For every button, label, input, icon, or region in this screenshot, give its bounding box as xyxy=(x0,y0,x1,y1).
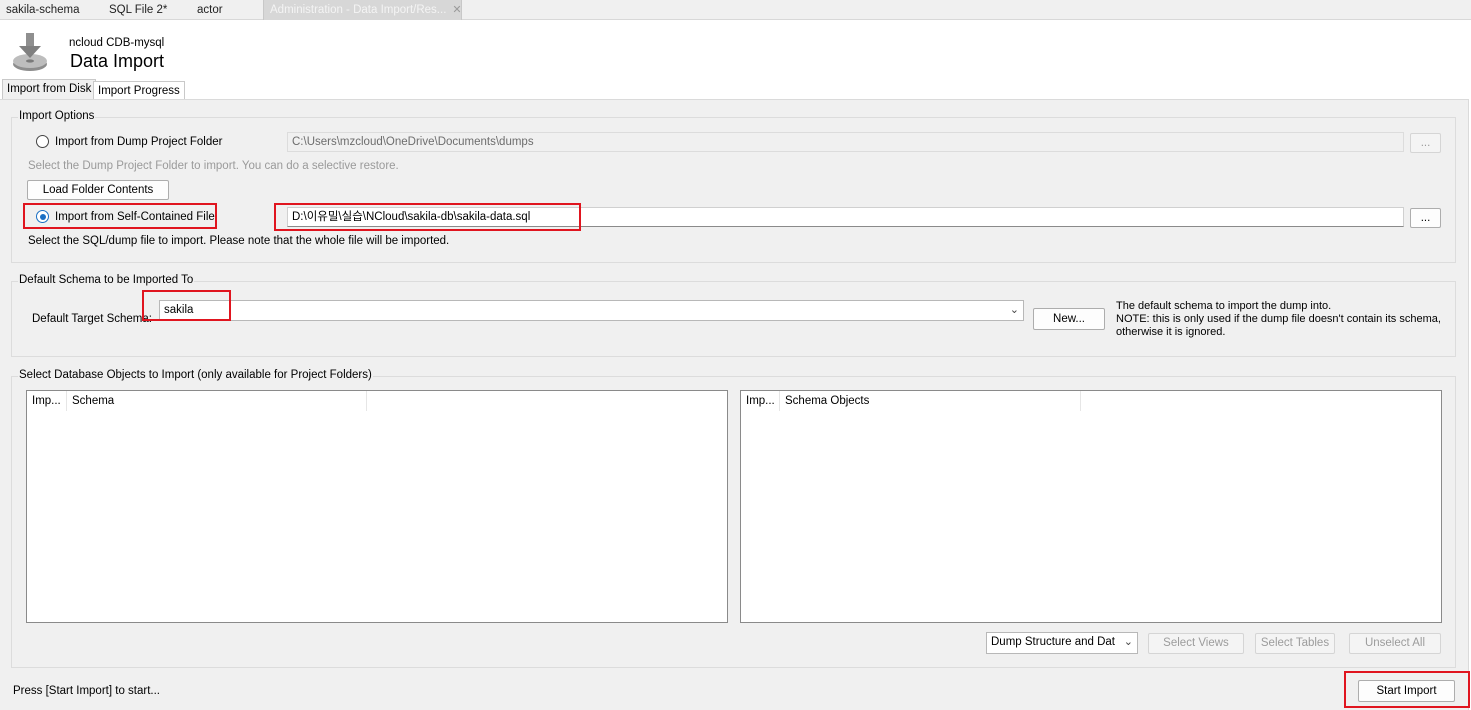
default-schema-label: Default Schema to be Imported To xyxy=(18,274,195,286)
unselect-all-button[interactable]: Unselect All xyxy=(1349,633,1441,654)
dump-type-value: Dump Structure and Dat xyxy=(991,636,1116,648)
tab-label: Administration - Data Import/Res... xyxy=(270,4,447,16)
dump-folder-radio[interactable] xyxy=(36,135,49,148)
note-line-2: NOTE: this is only used if the dump file… xyxy=(1116,313,1441,325)
self-contained-path-field[interactable]: D:\이유밀\실습\NCloud\sakila-db\sakila-data.s… xyxy=(287,207,1404,227)
dump-type-select[interactable]: Dump Structure and Dat ⌄ xyxy=(986,632,1138,654)
status-text: Press [Start Import] to start... xyxy=(13,685,160,697)
tab-sql-file-2[interactable]: SQL File 2* xyxy=(109,0,167,20)
load-folder-contents-button[interactable]: Load Folder Contents xyxy=(27,180,169,200)
default-schema-note: The default schema to import the dump in… xyxy=(1116,300,1441,339)
objects-group-label: Select Database Objects to Import (only … xyxy=(18,369,373,381)
self-contained-browse-button[interactable]: ... xyxy=(1410,208,1441,228)
connection-name: ncloud CDB-mysql xyxy=(69,37,165,49)
close-icon[interactable]: ✕ xyxy=(452,4,461,16)
tab-actor[interactable]: actor xyxy=(197,0,223,20)
chevron-down-icon: ⌄ xyxy=(1123,636,1133,648)
self-contained-hint: Select the SQL/dump file to import. Plea… xyxy=(28,235,450,247)
tab-import-from-disk[interactable]: Import from Disk xyxy=(2,79,97,100)
dump-folder-browse-button[interactable]: ... xyxy=(1410,133,1441,153)
import-panel: Import Options Import from Dump Project … xyxy=(0,99,1469,710)
select-tables-button[interactable]: Select Tables xyxy=(1255,633,1335,654)
note-line-1: The default schema to import the dump in… xyxy=(1116,300,1332,312)
import-dump-folder-option[interactable]: Import from Dump Project Folder xyxy=(36,135,222,148)
schema-list[interactable]: Imp... Schema xyxy=(26,390,728,623)
column-header-schema[interactable]: Schema xyxy=(67,391,367,411)
chevron-down-icon: ⌄ xyxy=(1009,304,1019,316)
target-schema-select[interactable]: sakila ⌄ xyxy=(159,300,1024,321)
tab-sakila-schema[interactable]: sakila-schema xyxy=(6,0,80,20)
column-header-import-objects[interactable]: Imp... xyxy=(741,391,780,411)
editor-tab-bar: sakila-schema SQL File 2* actor Administ… xyxy=(0,0,1471,20)
schema-objects-list[interactable]: Imp... Schema Objects xyxy=(740,390,1442,623)
import-self-contained-option[interactable]: Import from Self-Contained File xyxy=(36,210,215,223)
column-header-import[interactable]: Imp... xyxy=(27,391,67,411)
note-line-3: otherwise it is ignored. xyxy=(1116,326,1226,338)
column-header-schema-objects[interactable]: Schema Objects xyxy=(780,391,1081,411)
page-title: Data Import xyxy=(70,51,165,71)
data-import-icon xyxy=(13,33,47,71)
dump-folder-path-field[interactable]: C:\Users\mzcloud\OneDrive\Documents\dump… xyxy=(287,132,1404,152)
tab-administration-data-import[interactable]: Administration - Data Import/Res... ✕ xyxy=(263,0,462,20)
self-contained-radio[interactable] xyxy=(36,210,49,223)
dump-folder-hint: Select the Dump Project Folder to import… xyxy=(28,160,399,172)
start-import-button[interactable]: Start Import xyxy=(1358,680,1455,702)
dump-folder-label: Import from Dump Project Folder xyxy=(55,135,223,148)
target-schema-value: sakila xyxy=(164,304,194,316)
import-options-label: Import Options xyxy=(18,110,96,122)
select-views-button[interactable]: Select Views xyxy=(1148,633,1244,654)
new-schema-button[interactable]: New... xyxy=(1033,308,1105,330)
tab-import-progress[interactable]: Import Progress xyxy=(93,81,185,99)
target-schema-label: Default Target Schema: xyxy=(32,313,152,325)
self-contained-label: Import from Self-Contained File xyxy=(55,210,215,223)
